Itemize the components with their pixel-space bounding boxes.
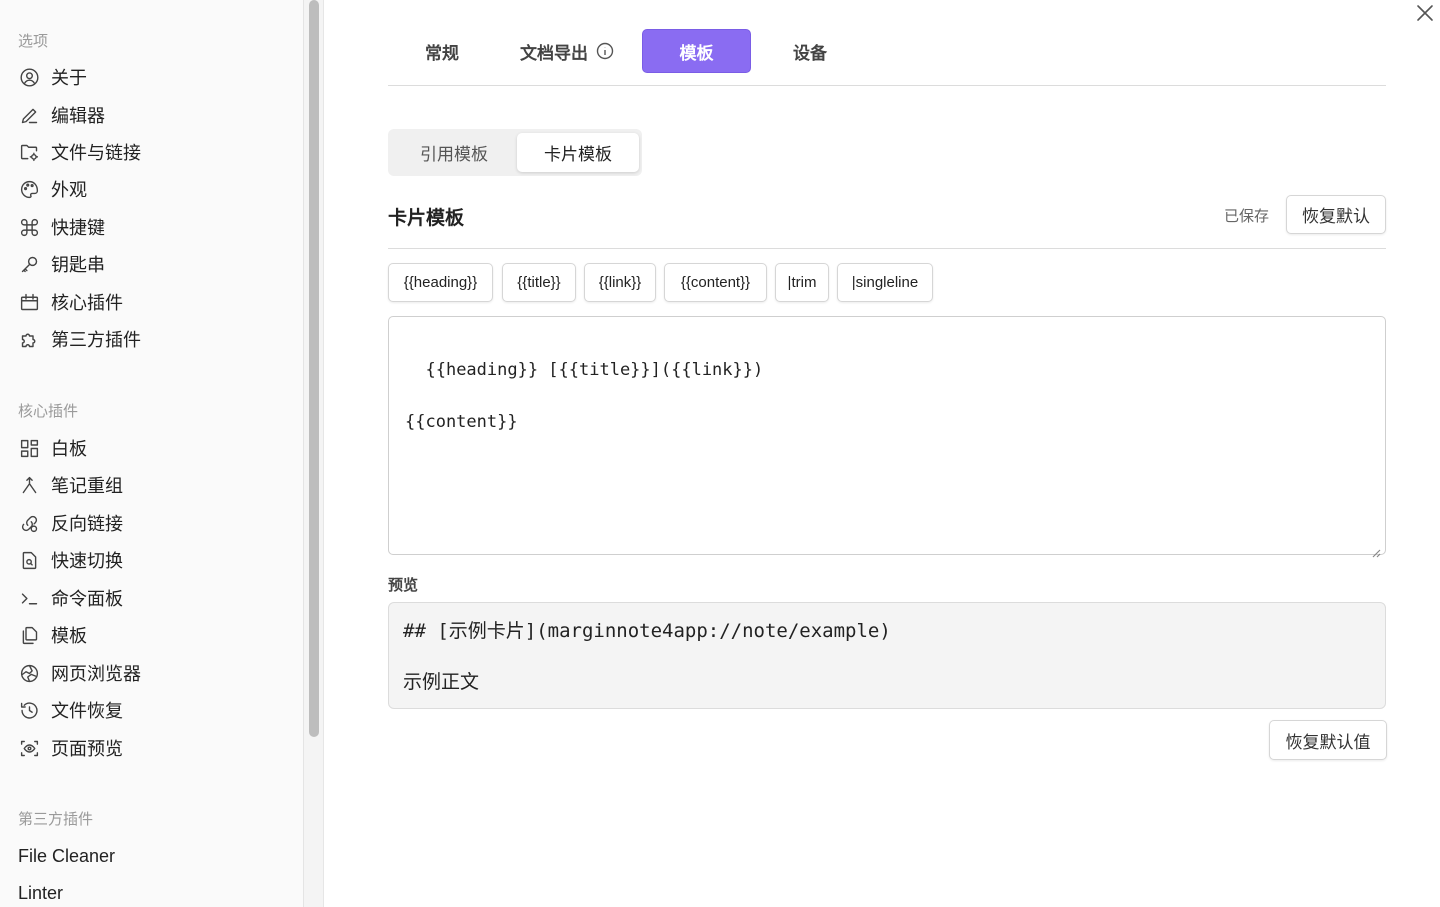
sidebar-item-label: 快捷键 [51, 218, 105, 239]
sidebar-item-third-party-plugins[interactable]: 第三方插件 [18, 324, 141, 354]
info-icon[interactable] [596, 42, 614, 60]
close-icon [1417, 5, 1433, 21]
section-heading: 卡片模板 [388, 207, 465, 229]
sidebar-item-files-links[interactable]: 文件与链接 [18, 137, 141, 167]
sidebar-item-web-viewer[interactable]: 网页浏览器 [18, 658, 141, 688]
files-icon [18, 624, 40, 646]
sidebar-item-about[interactable]: 关于 [18, 62, 87, 92]
saved-status: 已保存 [1224, 207, 1270, 225]
tab-label: 常规 [425, 43, 459, 64]
sidebar-item-label: 快速切换 [51, 551, 123, 572]
link-refresh-icon [18, 512, 40, 534]
sidebar-item-label: 第三方插件 [51, 330, 141, 351]
chip-trim[interactable]: |trim [775, 263, 829, 302]
divider [388, 248, 1386, 249]
sidebar-item-label: 笔记重组 [51, 476, 123, 497]
sidebar-item-hotkeys[interactable]: 快捷键 [18, 212, 105, 242]
sidebar-section-title-options: 选项 [18, 32, 49, 50]
terminal-icon [18, 587, 40, 609]
sidebar-item-label: 关于 [51, 68, 87, 89]
subtab-citation-template[interactable]: 引用模板 [392, 133, 516, 172]
tab-devices[interactable]: 设备 [758, 29, 862, 73]
sidebar-item-label: Linter [18, 882, 64, 903]
folder-cog-icon [18, 141, 40, 163]
sidebar-item-label: 反向链接 [51, 514, 123, 535]
sidebar-item-label: 外观 [51, 180, 87, 201]
merge-icon [18, 474, 40, 496]
tab-general[interactable]: 常规 [388, 29, 496, 73]
sidebar-item-label: 核心插件 [51, 293, 123, 314]
sidebar-item-templates[interactable]: 模板 [18, 620, 87, 650]
sidebar-item-note-composer[interactable]: 笔记重组 [18, 470, 123, 500]
pencil-icon [18, 104, 40, 126]
key-icon [18, 253, 40, 275]
preview-line-body: 示例正文 [403, 671, 480, 693]
sidebar-section-title-third-party: 第三方插件 [18, 810, 94, 828]
sidebar-scrollbar[interactable] [304, 0, 324, 907]
calendar-box-icon [18, 291, 40, 313]
sidebar-scrollbar-thumb[interactable] [309, 0, 319, 737]
preview-box: ## [示例卡片](marginnote4app://note/example)… [388, 602, 1386, 709]
tab-label: 文档导出 [520, 43, 588, 64]
sidebar-item-file-recovery[interactable]: 文件恢复 [18, 695, 123, 725]
globe-icon [18, 662, 40, 684]
tab-label: 模板 [679, 43, 714, 64]
command-icon [18, 216, 40, 238]
sidebar-item-linter[interactable]: Linter [18, 878, 63, 907]
subtab-label: 引用模板 [420, 145, 488, 165]
sidebar-item-label: 编辑器 [51, 106, 105, 127]
chip-content[interactable]: {{content}} [664, 263, 767, 302]
sidebar-item-label: 文件恢复 [51, 701, 123, 722]
sidebar-section-title-core-plugins: 核心插件 [18, 402, 79, 420]
tab-templates[interactable]: 模板 [642, 29, 751, 73]
sidebar-item-label: File Cleaner [18, 845, 116, 866]
template-editor[interactable]: {{heading}} [{{title}}]({{link}}) {{cont… [388, 316, 1386, 558]
preview-label: 预览 [388, 576, 419, 594]
puzzle-icon [18, 328, 40, 350]
chip-link[interactable]: {{link}} [584, 263, 656, 302]
sidebar-item-label: 文件与链接 [51, 143, 141, 164]
sidebar-item-backlinks[interactable]: 反向链接 [18, 508, 123, 538]
palette-icon [18, 178, 40, 200]
sidebar-item-label: 钥匙串 [51, 255, 105, 276]
sidebar-item-page-preview[interactable]: 页面预览 [18, 733, 123, 763]
preview-line-heading: ## [示例卡片](marginnote4app://note/example) [403, 620, 891, 642]
history-icon [18, 699, 40, 721]
sidebar-item-command-palette[interactable]: 命令面板 [18, 583, 123, 613]
chip-title[interactable]: {{title}} [502, 263, 576, 302]
sidebar-item-file-cleaner[interactable]: File Cleaner [18, 841, 115, 871]
reset-default-value-button[interactable]: 恢复默认值 [1269, 720, 1387, 760]
sidebar-item-label: 网页浏览器 [51, 664, 141, 685]
template-editor-value: {{heading}} [{{title}}]({{link}}) {{cont… [405, 360, 764, 432]
tab-label: 设备 [793, 43, 827, 64]
sidebar-item-appearance[interactable]: 外观 [18, 174, 87, 204]
sidebar-item-quick-switcher[interactable]: 快速切换 [18, 545, 123, 575]
sidebar-item-label: 白板 [51, 439, 87, 460]
layout-dashboard-icon [18, 437, 40, 459]
settings-sidebar: 选项 关于 编辑器 文件与链接 外观 快捷键 钥匙串 核心插件 第三方插件 核心… [0, 0, 304, 907]
file-search-icon [18, 549, 40, 571]
subtab-label: 卡片模板 [544, 145, 612, 165]
sidebar-item-keychain[interactable]: 钥匙串 [18, 249, 105, 279]
subtab-card-template[interactable]: 卡片模板 [517, 133, 639, 172]
chip-heading[interactable]: {{heading}} [388, 263, 493, 302]
eye-scan-icon [18, 737, 40, 759]
chip-singleline[interactable]: |singleline [837, 263, 933, 302]
sidebar-item-label: 命令面板 [51, 589, 123, 610]
sidebar-item-core-plugins[interactable]: 核心插件 [18, 287, 123, 317]
sidebar-item-canvas[interactable]: 白板 [18, 433, 87, 463]
template-subtabs: 引用模板 卡片模板 [388, 129, 642, 176]
sidebar-item-label: 页面预览 [51, 739, 123, 760]
reset-default-button[interactable]: 恢复默认 [1286, 195, 1386, 234]
resize-handle-icon[interactable] [1371, 540, 1381, 558]
sidebar-item-label: 模板 [51, 626, 87, 647]
sidebar-item-editor[interactable]: 编辑器 [18, 100, 105, 130]
tab-document-export[interactable]: 文档导出 [508, 29, 626, 73]
close-button[interactable] [1414, 2, 1436, 24]
user-circle-icon [18, 66, 40, 88]
settings-tabs: 常规 文档导出 模板 设备 [388, 28, 1386, 86]
